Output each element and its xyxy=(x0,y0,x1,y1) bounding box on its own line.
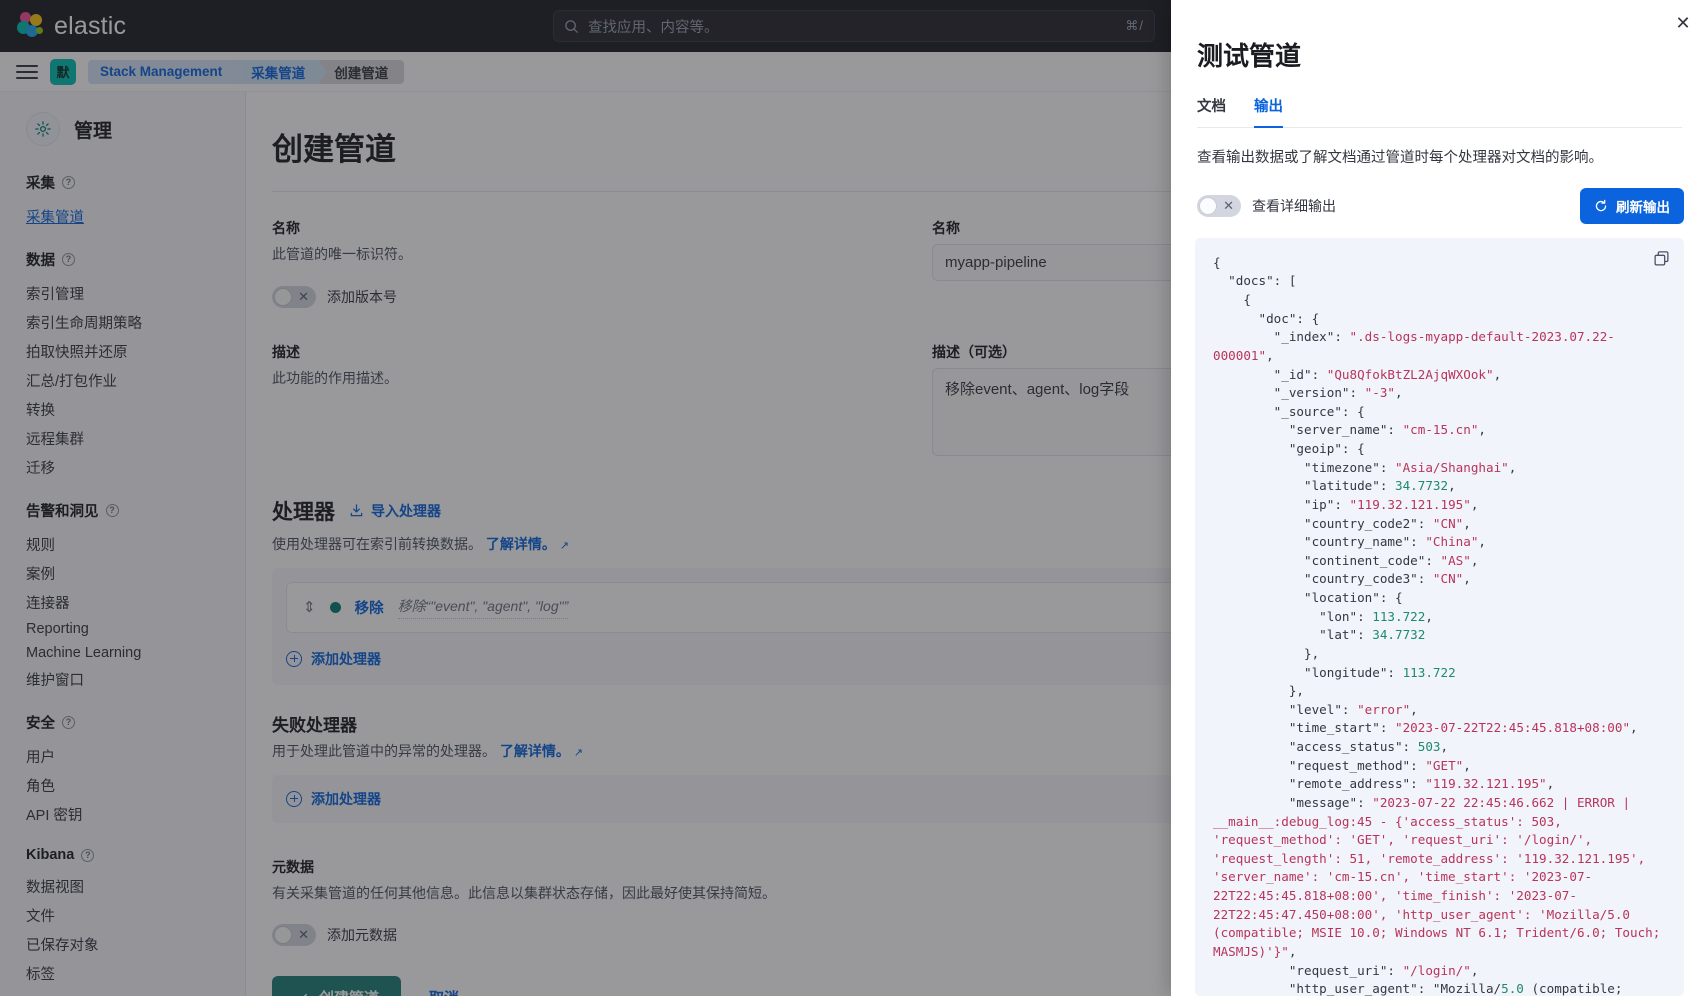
output-json[interactable]: { "docs": [ { "doc": { "_index": ".ds-lo… xyxy=(1213,254,1666,996)
test-pipeline-flyout: ✕ 测试管道 文档 输出 查看输出数据或了解文档通过管道时每个处理器对文档的影响。… xyxy=(1171,0,1708,996)
tab-输出[interactable]: 输出 xyxy=(1254,95,1283,128)
output-code-panel: { "docs": [ { "doc": { "_index": ".ds-lo… xyxy=(1195,237,1684,996)
verbose-output-toggle[interactable]: ✕ xyxy=(1197,194,1241,217)
tab-文档[interactable]: 文档 xyxy=(1197,95,1226,128)
close-icon[interactable]: ✕ xyxy=(1672,12,1694,34)
flyout-tabs: 文档 输出 xyxy=(1197,95,1682,128)
verbose-output-toggle-label: 查看详细输出 xyxy=(1252,197,1336,214)
close-icon: ✕ xyxy=(1223,197,1234,213)
toggle-knob xyxy=(1199,196,1217,215)
copy-icon[interactable] xyxy=(1653,250,1670,272)
flyout-description: 查看输出数据或了解文档通过管道时每个处理器对文档的影响。 xyxy=(1197,150,1603,166)
flyout-header: 测试管道 文档 输出 xyxy=(1171,0,1708,128)
refresh-output-button[interactable]: 刷新输出 xyxy=(1580,187,1684,224)
refresh-output-label: 刷新输出 xyxy=(1616,199,1670,215)
refresh-icon xyxy=(1595,199,1607,211)
flyout-title: 测试管道 xyxy=(1197,41,1302,71)
flyout-controls: ✕ 查看详细输出 刷新输出 xyxy=(1171,170,1708,238)
